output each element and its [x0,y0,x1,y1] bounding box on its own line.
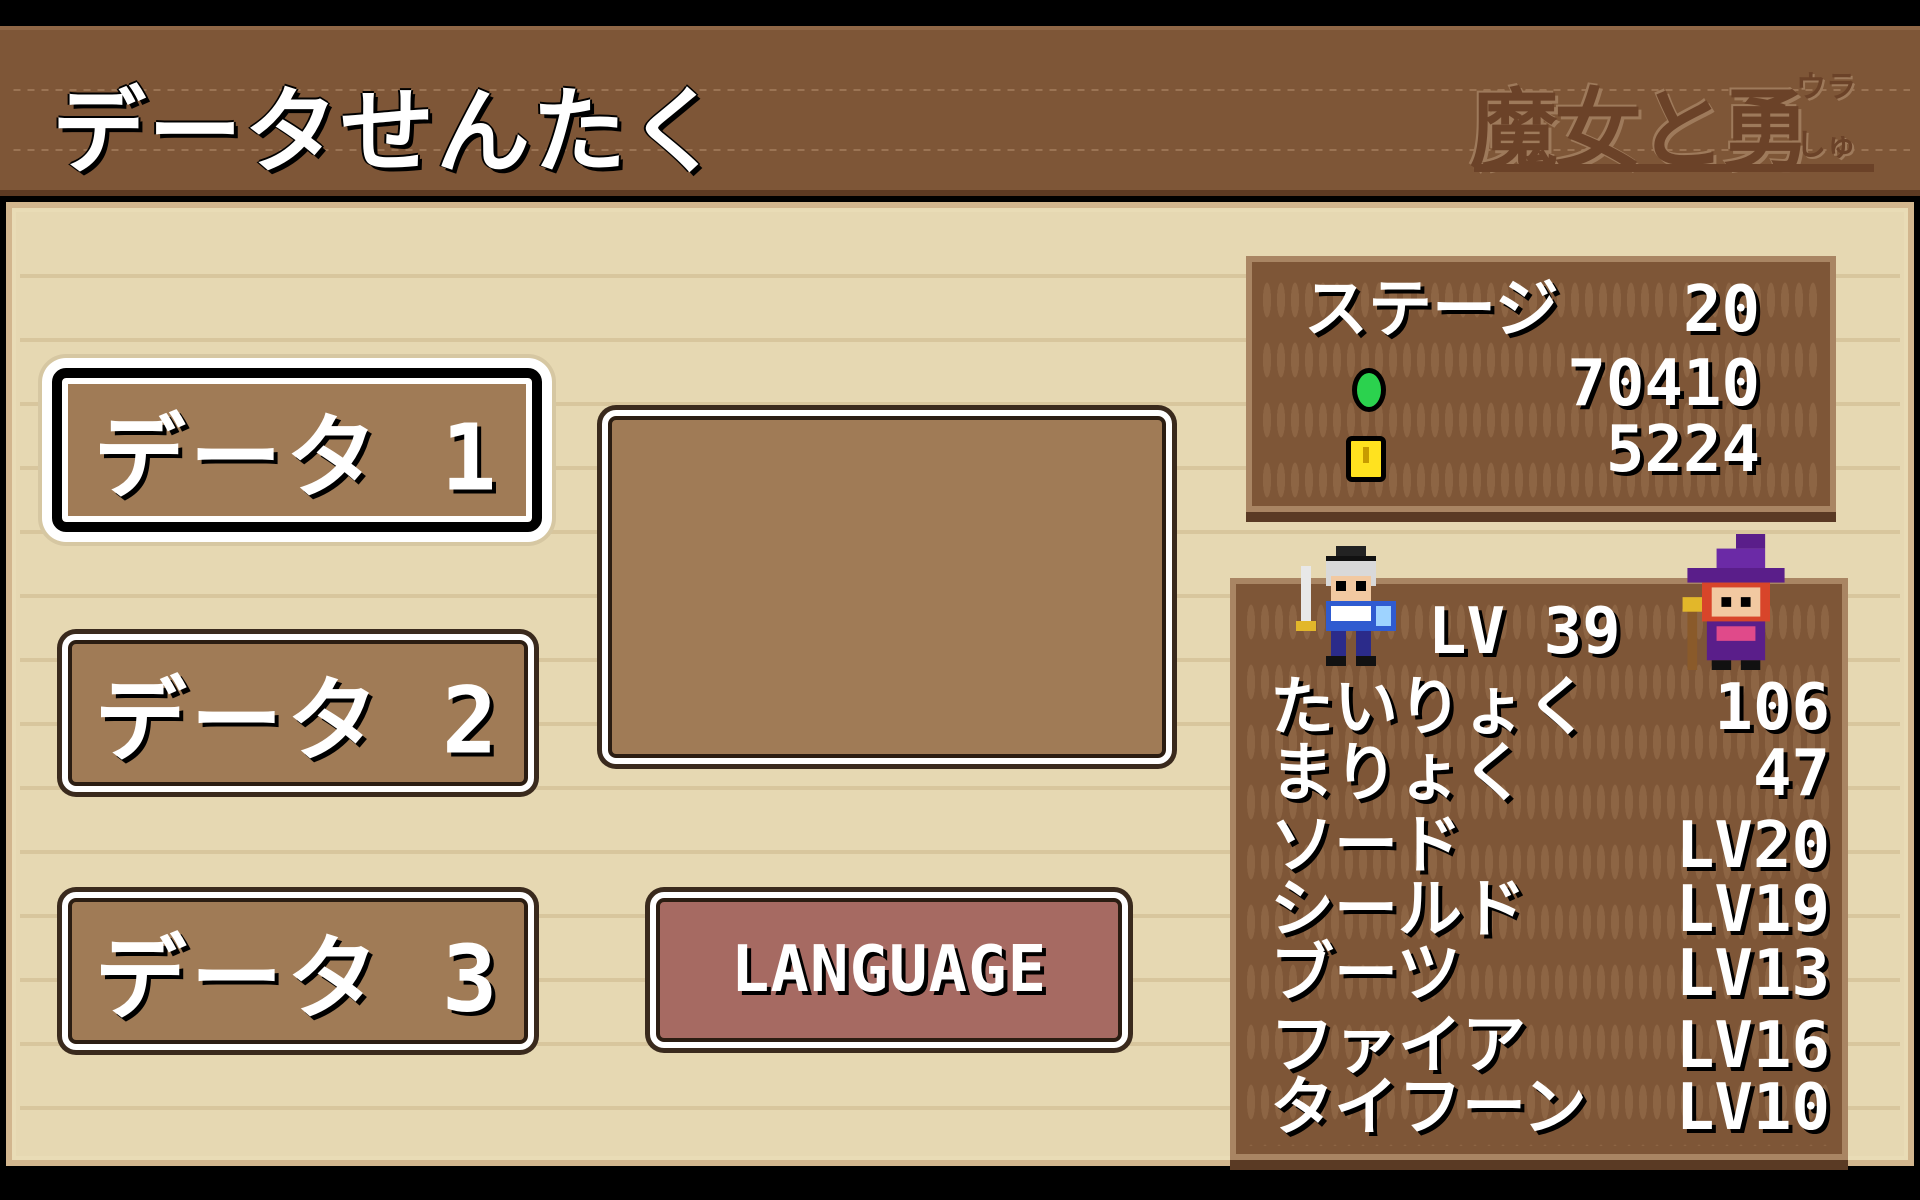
stat-value-fire: LV16 [1675,1009,1830,1083]
coin-icon [1346,436,1386,482]
game-logo: 魔女と勇者 ウラ しゅ [1470,46,1878,309]
stat-label-hp: たいりょく [1270,671,1590,745]
stat-label-mp: まりょく [1270,737,1526,811]
language-button-label: LANGUAGE [730,933,1048,1007]
stage-value: 20 [1682,273,1760,347]
save-slot-3-button[interactable]: データ 3 [62,892,534,1050]
logo-sub-text-2: しゅ [1796,128,1856,163]
save-slot-2-button[interactable]: データ 2 [62,634,534,792]
stat-label-shield: シールド [1270,873,1526,947]
stat-value-hp: 106 [1714,671,1830,745]
header-bar: データせんたく 魔女と勇者 ウラ しゅ [0,26,1920,309]
save-slot-1-button[interactable]: データ 1 [52,368,542,532]
stat-value-mp: 47 [1752,737,1830,811]
coin-count: 5224 [1605,413,1760,487]
stage-label: ステージ [1304,273,1559,347]
logo-underline [1474,164,1874,172]
stat-label-sword: ソード [1270,809,1462,883]
logo-sub-text: ウラ [1796,70,1856,105]
stat-label-boots: ブーツ [1270,937,1461,1011]
stat-value-shield: LV19 [1675,873,1830,947]
save-slot-label: データ 2 [94,667,502,775]
party-level: LV 39 [1428,595,1621,669]
knight-sprite-icon [1296,546,1396,666]
stat-value-typhoon: LV10 [1675,1071,1830,1145]
save-slot-label: データ 1 [93,404,501,512]
gem-icon [1352,368,1386,412]
language-button[interactable]: LANGUAGE [650,892,1128,1048]
stat-value-boots: LV13 [1675,937,1830,1011]
stat-value-sword: LV20 [1675,809,1830,883]
witch-sprite-icon [1682,534,1785,670]
stat-label-fire: ファイア [1270,1009,1526,1083]
slot-preview-box [602,410,1172,764]
gem-count: 70410 [1567,347,1760,421]
game-screen: データせんたく 魔女と勇者 ウラ しゅ データ 1 データ 2 データ 3 LA… [0,26,1920,1174]
stat-label-typhoon: タイフーン [1270,1071,1587,1145]
page-title: データせんたく [52,78,725,187]
save-slot-label: データ 3 [94,925,502,1033]
